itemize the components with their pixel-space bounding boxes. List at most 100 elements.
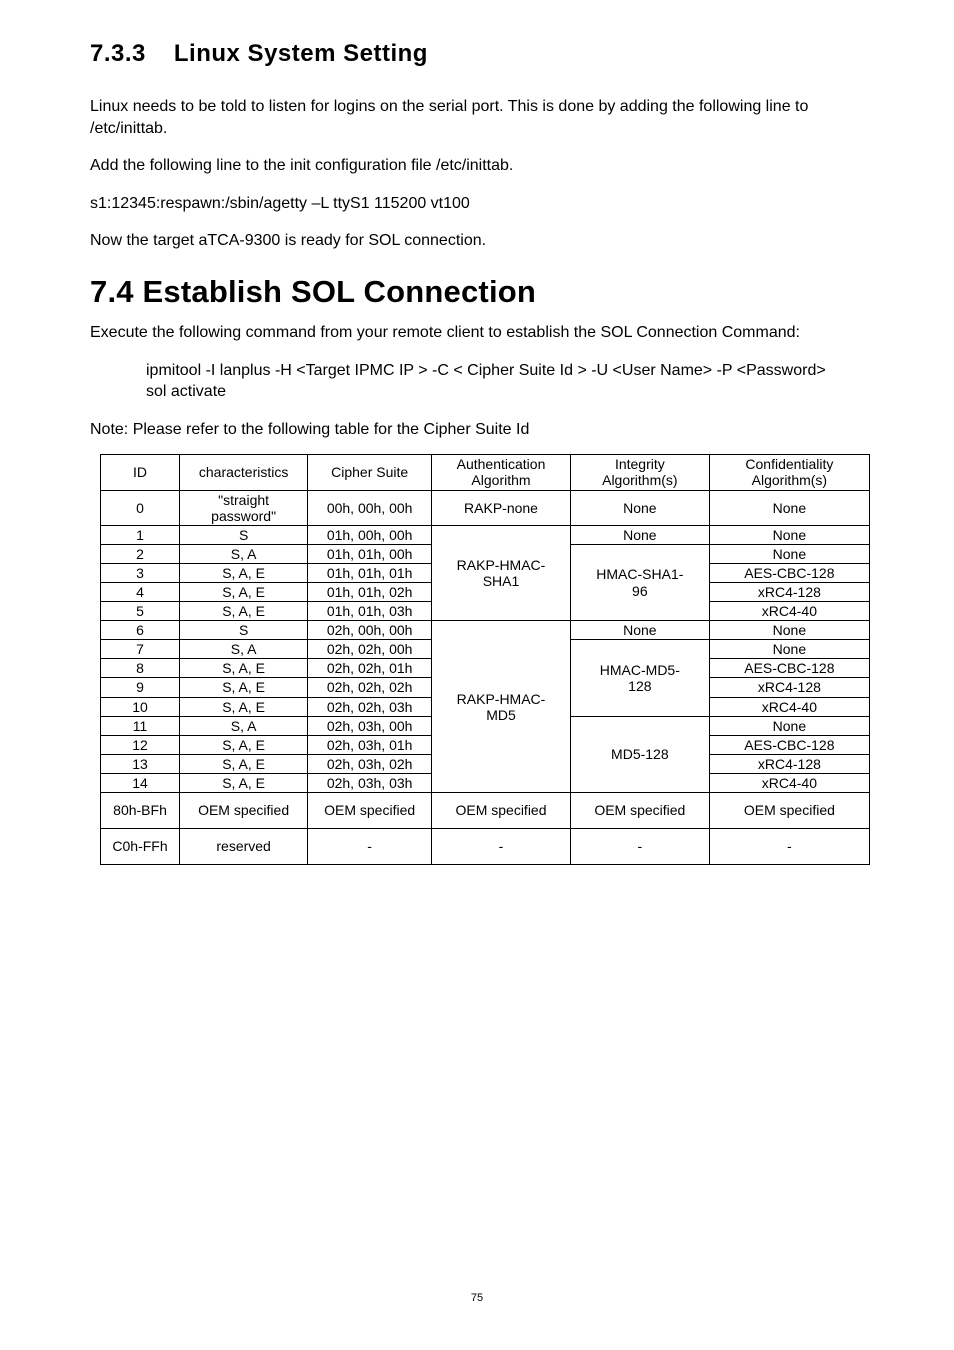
cell-char: S <box>180 525 308 544</box>
cell-cs: 02h, 00h, 00h <box>308 621 432 640</box>
cell-id: 3 <box>101 563 180 582</box>
cell-conf: xRC4-40 <box>709 697 869 716</box>
cell-auth: - <box>432 829 571 865</box>
cell-id: 14 <box>101 773 180 792</box>
cell-cs: 02h, 03h, 00h <box>308 716 432 735</box>
cell-int: OEM specified <box>570 793 709 829</box>
cell-cs: 01h, 01h, 03h <box>308 602 432 621</box>
cell-conf: xRC4-40 <box>709 773 869 792</box>
cell-id: 13 <box>101 754 180 773</box>
table-row: 1 S 01h, 00h, 00h RAKP-HMAC- SHA1 None N… <box>101 525 870 544</box>
cell-cs: 01h, 01h, 01h <box>308 563 432 582</box>
cell-char: S, A, E <box>180 583 308 602</box>
cell-int-merged: HMAC-MD5- 128 <box>570 640 709 716</box>
cell-int: - <box>570 829 709 865</box>
cell-char: S, A, E <box>180 659 308 678</box>
th-id: ID <box>101 455 180 490</box>
cell-cs: 02h, 03h, 01h <box>308 735 432 754</box>
cell-cs: 01h, 01h, 00h <box>308 544 432 563</box>
cell-id: 6 <box>101 621 180 640</box>
cell-char: S, A, E <box>180 697 308 716</box>
cell-int-merged: HMAC-SHA1- 96 <box>570 544 709 620</box>
cell-id: 12 <box>101 735 180 754</box>
cell-cs: 02h, 02h, 01h <box>308 659 432 678</box>
page-container: 7.3.3 Linux System Setting Linux needs to… <box>0 0 954 1350</box>
cell-char: S, A, E <box>180 735 308 754</box>
para-733-3: Now the target aTCA-9300 is ready for SO… <box>90 230 864 252</box>
cell-id: 7 <box>101 640 180 659</box>
table-row: 80h-BFh OEM specified OEM specified OEM … <box>101 793 870 829</box>
cell-char: S, A, E <box>180 563 308 582</box>
cell-id: 80h-BFh <box>101 793 180 829</box>
cell-char: S <box>180 621 308 640</box>
cell-char: S, A, E <box>180 773 308 792</box>
cell-char: S, A <box>180 640 308 659</box>
cell-conf: OEM specified <box>709 793 869 829</box>
cell-id: 8 <box>101 659 180 678</box>
table-header-row: ID characteristics Cipher Suite Authenti… <box>101 455 870 490</box>
cell-cs: 02h, 02h, 02h <box>308 678 432 697</box>
cell-cs: 01h, 00h, 00h <box>308 525 432 544</box>
th-auth: Authentication Algorithm <box>432 455 571 490</box>
cell-id: 5 <box>101 602 180 621</box>
cell-id: 4 <box>101 583 180 602</box>
cell-char: reserved <box>180 829 308 865</box>
cell-cs: 02h, 02h, 03h <box>308 697 432 716</box>
cell-conf: xRC4-128 <box>709 754 869 773</box>
cell-conf: xRC4-40 <box>709 602 869 621</box>
para-733-1: Linux needs to be told to listen for log… <box>90 96 864 139</box>
heading-733: 7.3.3 Linux System Setting <box>90 40 864 68</box>
cell-conf: - <box>709 829 869 865</box>
cell-id: 1 <box>101 525 180 544</box>
cell-conf: None <box>709 544 869 563</box>
para-74-1: Execute the following command from your … <box>90 322 864 344</box>
cell-id: 10 <box>101 697 180 716</box>
table-row: C0h-FFh reserved - - - - <box>101 829 870 865</box>
cell-conf: None <box>709 621 869 640</box>
heading-733-number: 7.3.3 <box>90 40 146 67</box>
cell-char: S, A, E <box>180 602 308 621</box>
cell-conf: AES-CBC-128 <box>709 563 869 582</box>
heading-74: 7.4 Establish SOL Connection <box>90 274 864 310</box>
cell-conf: None <box>709 490 869 525</box>
cell-auth-merged: RAKP-HMAC- MD5 <box>432 621 571 793</box>
cell-id: 9 <box>101 678 180 697</box>
para-733-2: Add the following line to the init confi… <box>90 155 864 177</box>
cell-int: None <box>570 490 709 525</box>
cell-cs: 00h, 00h, 00h <box>308 490 432 525</box>
cell-auth: RAKP-none <box>432 490 571 525</box>
cell-cs: - <box>308 829 432 865</box>
cell-char: S, A <box>180 544 308 563</box>
page-number: 75 <box>0 1292 954 1304</box>
th-cipher-suite: Cipher Suite <box>308 455 432 490</box>
heading-74-title: Establish SOL Connection <box>143 274 537 309</box>
cell-char: S, A <box>180 716 308 735</box>
cell-conf: xRC4-128 <box>709 678 869 697</box>
cell-conf: AES-CBC-128 <box>709 659 869 678</box>
cell-id: 0 <box>101 490 180 525</box>
note-74: Note: Please refer to the following tabl… <box>90 419 864 441</box>
cell-cs: 02h, 03h, 03h <box>308 773 432 792</box>
cell-auth-merged: RAKP-HMAC- SHA1 <box>432 525 571 620</box>
cell-conf: None <box>709 525 869 544</box>
table-row: 6 S 02h, 00h, 00h RAKP-HMAC- MD5 None No… <box>101 621 870 640</box>
cmd-733: s1:12345:respawn:/sbin/agetty –L ttyS1 1… <box>90 193 864 215</box>
cell-conf: None <box>709 640 869 659</box>
cell-char: S, A, E <box>180 678 308 697</box>
cell-cs: 02h, 03h, 02h <box>308 754 432 773</box>
cell-int: None <box>570 621 709 640</box>
th-integrity: Integrity Algorithm(s) <box>570 455 709 490</box>
heading-733-title: Linux System Setting <box>174 40 428 67</box>
cell-int: None <box>570 525 709 544</box>
cell-conf: xRC4-128 <box>709 583 869 602</box>
cell-char: S, A, E <box>180 754 308 773</box>
th-confidentiality: Confidentiality Algorithm(s) <box>709 455 869 490</box>
cell-conf: AES-CBC-128 <box>709 735 869 754</box>
cell-id: 11 <box>101 716 180 735</box>
cell-cs: 01h, 01h, 02h <box>308 583 432 602</box>
cell-id: C0h-FFh <box>101 829 180 865</box>
cell-cs: OEM specified <box>308 793 432 829</box>
cipher-suite-table: ID characteristics Cipher Suite Authenti… <box>100 454 870 865</box>
cell-id: 2 <box>101 544 180 563</box>
cell-auth: OEM specified <box>432 793 571 829</box>
